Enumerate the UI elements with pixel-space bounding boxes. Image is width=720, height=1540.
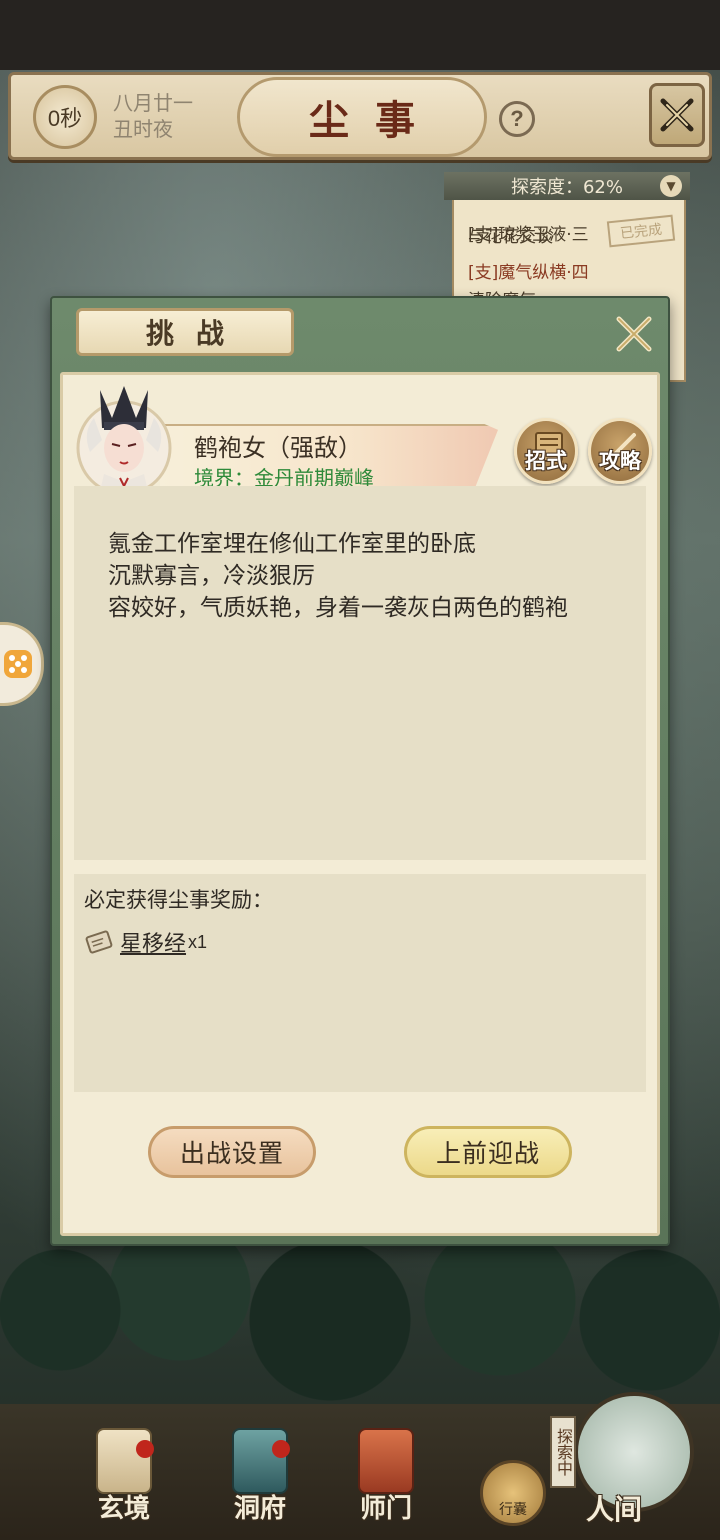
- human-world-label: 人间: [586, 1493, 643, 1526]
- nav-item-dongfu[interactable]: 洞府: [220, 1428, 300, 1532]
- modal-title-tab: 挑战: [76, 308, 294, 356]
- scroll-icon: [85, 930, 113, 954]
- crossed-swords-icon: [660, 98, 694, 132]
- header-bar: 0秒 八月廿一 丑时夜 尘事 ?: [8, 72, 712, 160]
- nav-item-shimen[interactable]: 师门: [346, 1428, 426, 1532]
- description-line-2: 沉默寡言，冷淡狠厉: [108, 563, 315, 589]
- nav-label: 玄境: [97, 1494, 150, 1524]
- done-stamp: 已完成: [606, 214, 676, 248]
- guide-label: 攻略: [599, 449, 641, 473]
- reward-title: 必定获得尘事奖励：: [84, 888, 273, 912]
- top-status-strip: [0, 0, 720, 70]
- help-button[interactable]: ?: [499, 101, 535, 137]
- reward-item-name[interactable]: 星移经: [120, 926, 186, 958]
- page-title: 尘事: [237, 77, 487, 157]
- nav-item-xuanjing[interactable]: 玄境: [84, 1428, 164, 1532]
- quest-line-2: 与花花交谈: [468, 227, 553, 247]
- date-line-2: 丑时夜: [113, 117, 173, 141]
- description-line-3: 容姣好，气质妖艳，身着一袭灰白两色的鹤袍: [108, 595, 568, 621]
- nav-label: 师门: [359, 1494, 412, 1524]
- reward-item-qty: x1: [188, 931, 208, 952]
- skills-button[interactable]: 招式: [514, 418, 578, 484]
- notification-dot: [272, 1440, 290, 1458]
- date-line-1: 八月廿一: [113, 91, 193, 115]
- timer-text: 0秒: [47, 106, 83, 131]
- enemy-avatar: [72, 382, 176, 500]
- pavilion-icon: [232, 1428, 288, 1494]
- explore-label: 探索度：62%: [510, 177, 623, 198]
- close-icon: [616, 316, 652, 352]
- enemy-name: 鹤袍女（强敌）: [194, 434, 362, 462]
- map-button[interactable]: [649, 83, 705, 147]
- timer-badge: 0秒: [33, 85, 97, 149]
- quest-line-3: [支]魔气纵横·四: [468, 263, 589, 283]
- exploring-tag: 探索中: [550, 1416, 576, 1488]
- notification-dot: [136, 1440, 154, 1458]
- page-title-text: 尘事: [309, 97, 441, 144]
- engage-battle-button[interactable]: 上前迎战: [404, 1126, 572, 1178]
- explore-progress-bar[interactable]: 探索度：62% ▼: [444, 172, 690, 200]
- description-line-1: 氪金工作室埋在修仙工作室里的卧底: [108, 531, 476, 557]
- bag-label: 行囊: [499, 1502, 527, 1518]
- banner-icon: [358, 1428, 414, 1494]
- modal-title: 挑战: [145, 317, 246, 350]
- chevron-down-icon[interactable]: ▼: [660, 175, 682, 197]
- skills-label: 招式: [525, 449, 567, 473]
- nav-label: 洞府: [233, 1494, 286, 1524]
- reward-item[interactable]: 星移经 x1: [84, 926, 207, 958]
- dice-icon: [4, 650, 32, 678]
- modal-close-button[interactable]: [612, 312, 656, 356]
- guide-button[interactable]: 攻略: [588, 418, 652, 484]
- bag-button[interactable]: 行囊: [480, 1460, 546, 1526]
- battle-settings-button[interactable]: 出战设置: [148, 1126, 316, 1178]
- scroll-map-icon: [96, 1428, 152, 1494]
